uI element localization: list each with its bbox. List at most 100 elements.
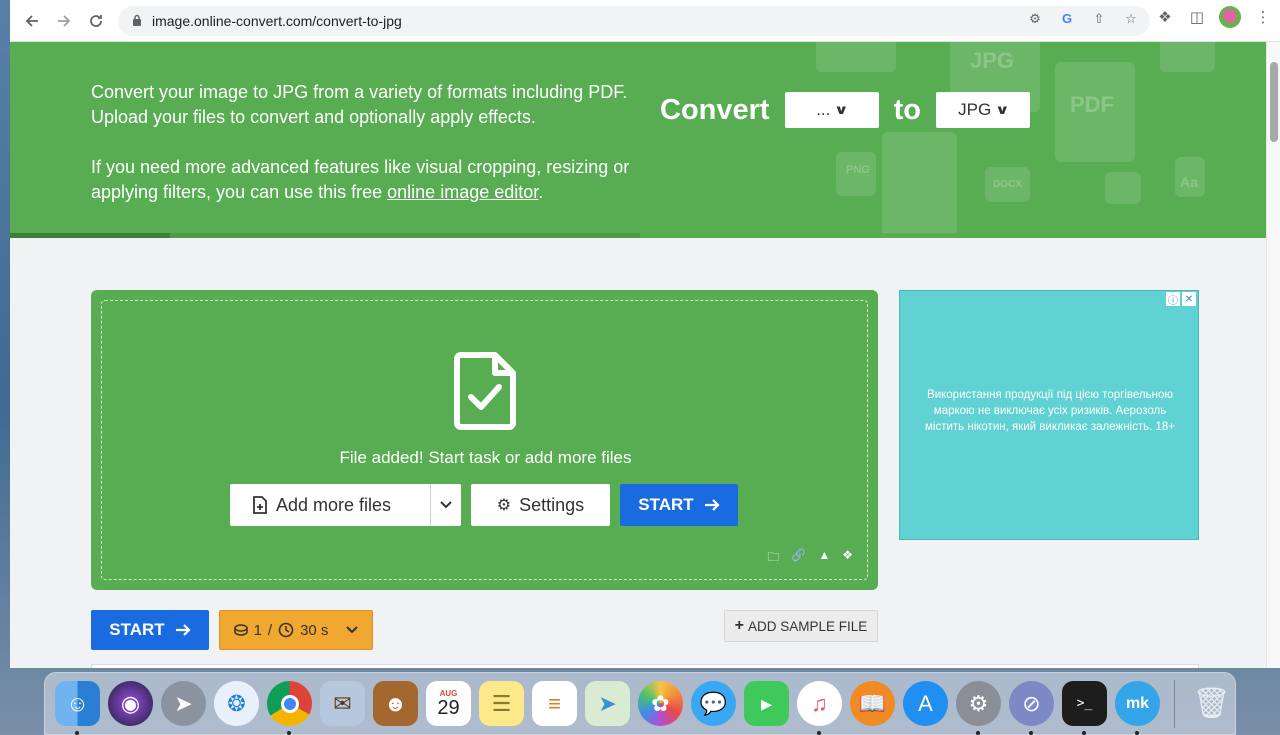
reminders-icon[interactable]: ≡ <box>532 681 577 726</box>
ad-info-icon[interactable]: ⓘ <box>1166 292 1180 307</box>
dock-separator <box>1174 679 1175 728</box>
link-icon[interactable]: 🔗 <box>791 548 806 569</box>
bookmark-star-icon[interactable]: ☆ <box>1122 11 1140 27</box>
lock-icon <box>132 14 142 29</box>
reload-button[interactable] <box>80 5 112 37</box>
calendar-icon[interactable]: AUG 29 <box>426 681 471 726</box>
google-drive-icon[interactable]: ▲ <box>818 548 830 569</box>
notes-icon[interactable]: ☰ <box>479 681 524 726</box>
mk-app-icon[interactable]: mk <box>1115 681 1160 735</box>
chevron-down-icon <box>440 501 452 509</box>
books-icon[interactable]: 📖 <box>850 681 895 726</box>
hero-paragraph-2: If you need more advanced features like … <box>91 155 651 205</box>
app-store-icon[interactable]: A <box>903 681 948 726</box>
add-more-files-label: Add more files <box>276 494 392 515</box>
deco-png: PNG <box>846 164 870 176</box>
hero-bottom-strip <box>10 233 1266 238</box>
forward-button[interactable] <box>48 5 80 37</box>
hero-paragraph-2-end: . <box>538 182 544 202</box>
maps-icon[interactable]: ➤ <box>585 681 630 726</box>
add-more-files-group: Add more files <box>230 484 461 526</box>
hero-paragraph-1: Convert your image to JPG from a variety… <box>91 82 628 127</box>
ad-close-icon[interactable]: ✕ <box>1182 292 1196 306</box>
clock-icon <box>278 622 294 638</box>
bottom-action-row: START 1 / 30 s <box>91 610 373 650</box>
convert-selector-row: Convert ... ∨ to JPG ∨ <box>660 92 1030 128</box>
settings-button[interactable]: ⚙ Settings <box>471 484 610 526</box>
address-bar[interactable]: image.online-convert.com/convert-to-jpg … <box>118 6 1150 36</box>
from-format-value: ... <box>816 100 831 119</box>
hero-title-clipped <box>90 42 610 64</box>
finder-icon[interactable]: ☺ <box>55 681 100 735</box>
siri-icon[interactable]: ◉ <box>108 681 153 726</box>
translate-icon[interactable]: ⚙ <box>1026 11 1044 27</box>
add-sample-file-button[interactable]: + ADD SAMPLE FILE <box>724 610 878 642</box>
credits-separator: / <box>267 621 273 639</box>
facetime-icon[interactable]: ▸ <box>744 681 789 726</box>
advertisement[interactable]: ⓘ ✕ Використання продукції під цією торг… <box>899 290 1199 540</box>
time-value: 30 s <box>300 621 329 639</box>
start-label: START <box>638 495 694 514</box>
file-plus-icon <box>253 496 267 514</box>
chevron-down-icon: ∨ <box>834 102 850 117</box>
share-icon[interactable]: ⇧ <box>1090 11 1108 27</box>
from-format-select[interactable]: ... ∨ <box>784 92 879 128</box>
page-content: JPG PDF PNG DOCX Aa Convert your image t… <box>10 42 1266 668</box>
chrome-icon[interactable] <box>267 681 312 735</box>
mail-stamp-icon[interactable]: ✉ <box>320 681 365 726</box>
online-image-editor-link[interactable]: online image editor <box>387 182 538 202</box>
hero-description: Convert your image to JPG from a variety… <box>91 80 651 205</box>
messages-icon[interactable]: 💬 <box>691 681 736 726</box>
page-scrollbar[interactable] <box>1266 42 1280 668</box>
dropzone-border: File added! Start task or add more files… <box>101 300 868 580</box>
upload-source-icons: 🗀 🔗 ▲ ❖ <box>767 548 853 569</box>
browser-window: image.online-convert.com/convert-to-jpg … <box>10 0 1280 668</box>
hero-paragraph-2-text: If you need more advanced features like … <box>91 157 630 202</box>
to-label: to <box>893 93 921 126</box>
calendar-day: 29 <box>437 697 460 719</box>
credits-dropdown[interactable]: 1 / 30 s <box>219 610 373 650</box>
reload-icon <box>90 14 102 27</box>
extensions-puzzle-icon[interactable]: ❖ <box>1155 8 1175 26</box>
profile-avatar[interactable] <box>1219 6 1241 28</box>
trash-icon[interactable]: 🗑 <box>1189 681 1234 726</box>
scrollbar-thumb[interactable] <box>1270 62 1278 142</box>
file-check-icon <box>454 352 516 430</box>
sidebar-icon[interactable]: ◫ <box>1187 8 1207 26</box>
to-format-value: JPG <box>958 100 992 119</box>
convert-label: Convert <box>660 93 770 126</box>
start-button-secondary[interactable]: START <box>91 610 209 650</box>
start-button[interactable]: START <box>620 484 738 526</box>
ad-text: Використання продукції під цією торгівел… <box>924 389 1176 433</box>
credits-count: 1 <box>253 621 262 639</box>
ad-badge: ⓘ ✕ <box>1166 292 1196 307</box>
upload-dropzone[interactable]: File added! Start task or add more files… <box>91 290 878 590</box>
launchpad-icon[interactable]: ➤ <box>161 681 206 726</box>
to-format-select[interactable]: JPG ∨ <box>935 92 1030 128</box>
deco-pdf: PDF <box>1070 92 1114 117</box>
upload-button-row: Add more files ⚙ Settings START <box>230 484 738 526</box>
blocker-icon[interactable]: ⊘ <box>1009 681 1054 735</box>
contacts-icon[interactable]: ☻ <box>373 681 418 726</box>
add-files-dropdown-button[interactable] <box>431 484 461 526</box>
system-preferences-icon[interactable]: ⚙ <box>956 681 1001 735</box>
back-button[interactable] <box>16 5 48 37</box>
photos-icon[interactable]: ✿ <box>638 681 683 726</box>
add-sample-file-label: ADD SAMPLE FILE <box>748 618 868 634</box>
macos-dock: ☺ ◉ ➤ ❂ ✉ ☻ AUG 29 ☰ ≡ ➤ ✿ 💬 ▸ ♫ 📖 A ⚙ ⊘… <box>44 672 1236 735</box>
arrow-left-icon <box>25 14 38 27</box>
menu-dots-icon[interactable]: ⋮ <box>1253 8 1273 26</box>
deco-aa: Aa <box>1180 174 1198 190</box>
add-more-files-button[interactable]: Add more files <box>230 484 430 526</box>
coins-icon <box>233 624 248 636</box>
start-label: START <box>109 620 165 639</box>
dropbox-icon[interactable]: ❖ <box>842 548 853 569</box>
terminal-icon[interactable]: >_ <box>1062 681 1107 735</box>
google-icon[interactable]: G <box>1058 11 1076 27</box>
folder-icon[interactable]: 🗀 <box>767 548 779 569</box>
chevron-down-icon <box>346 626 359 634</box>
settings-label: Settings <box>519 494 585 515</box>
url-text: image.online-convert.com/convert-to-jpg <box>152 13 402 29</box>
safari-icon[interactable]: ❂ <box>214 681 259 726</box>
music-icon[interactable]: ♫ <box>797 681 842 735</box>
